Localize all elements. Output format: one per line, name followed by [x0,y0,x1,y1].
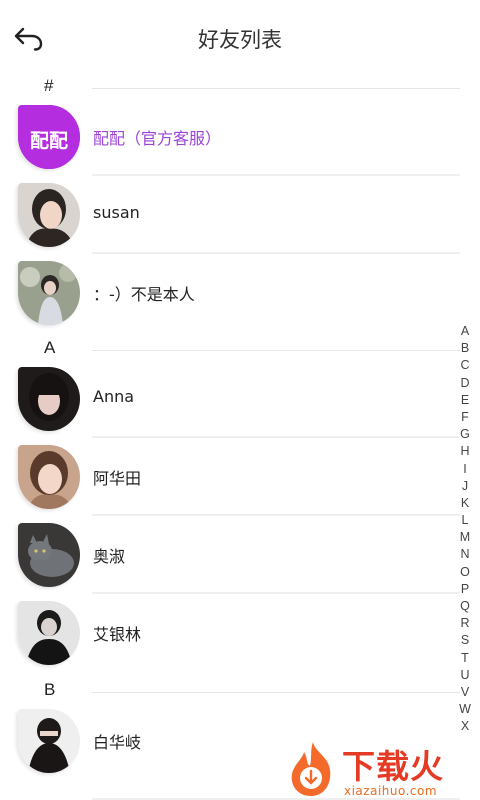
contact-name: 奥淑 [93,547,126,566]
contact-name: 阿华田 [93,469,142,488]
flame-logo-icon [291,742,331,796]
section-letter: A [44,338,56,357]
index-letter-f[interactable]: F [454,409,476,426]
avatar [18,601,80,665]
avatar [18,183,80,247]
index-letter-j[interactable]: J [454,478,476,495]
contact-row-not-me[interactable]: ：-）不是本人 [0,254,460,332]
index-letter-b[interactable]: B [454,340,476,357]
index-letter-k[interactable]: K [454,495,476,512]
index-letter-s[interactable]: S [454,632,476,649]
contact-name: 白华岐 [93,733,142,752]
index-letter-m[interactable]: M [454,529,476,546]
index-letter-w[interactable]: W [454,701,476,718]
avatar [18,709,80,773]
alphabet-index-bar[interactable]: ABCDEFGHIJKLMNOPQRSTUVWX [454,323,476,736]
avatar: 配配 [18,105,80,169]
index-letter-c[interactable]: C [454,357,476,374]
contact-row-susan[interactable]: susan [0,176,460,254]
index-letter-p[interactable]: P [454,581,476,598]
index-letter-r[interactable]: R [454,615,476,632]
avatar [18,367,80,431]
contact-name: Anna [93,387,135,406]
index-letter-o[interactable]: O [454,564,476,581]
index-letter-u[interactable]: U [454,667,476,684]
index-letter-i[interactable]: I [454,461,476,478]
index-letter-g[interactable]: G [454,426,476,443]
section-divider [92,692,460,693]
index-letter-e[interactable]: E [454,392,476,409]
section-letter: # [44,76,54,95]
watermark-url: xiazaihuo.com [344,784,438,798]
section-letter: B [44,680,56,699]
avatar-logo-text: 配配 [30,130,68,152]
index-letter-t[interactable]: T [454,650,476,667]
contact-row-aoshu[interactable]: 奥淑 [0,516,460,594]
page-title: 好友列表 [198,28,282,52]
index-letter-v[interactable]: V [454,684,476,701]
index-letter-n[interactable]: N [454,546,476,563]
index-letter-q[interactable]: Q [454,598,476,615]
section-divider [92,88,460,89]
index-letter-h[interactable]: H [454,443,476,460]
contact-name: 配配（官方客服） [93,129,222,148]
avatar [18,445,80,509]
avatar [18,261,80,325]
avatar [18,523,80,587]
contact-row-aiyinlin[interactable]: 艾银林 [0,594,460,672]
index-letter-d[interactable]: D [454,375,476,392]
section-divider [92,350,460,351]
watermark-text: 下载火 [342,747,444,786]
contact-name: susan [93,203,140,222]
contact-row-ahuatian[interactable]: 阿华田 [0,438,460,516]
index-letter-l[interactable]: L [454,512,476,529]
watermark: 下载火 xiazaihuo.com [284,738,480,800]
contact-row-official-service[interactable]: 配配 配配（官方客服） [0,98,460,176]
index-letter-a[interactable]: A [454,323,476,340]
contact-name: 艾银林 [93,625,142,644]
contact-row-anna[interactable]: Anna [0,360,460,438]
header: 好友列表 [0,0,480,76]
contact-name: ：-）不是本人 [93,285,195,304]
index-letter-x[interactable]: X [454,718,476,735]
